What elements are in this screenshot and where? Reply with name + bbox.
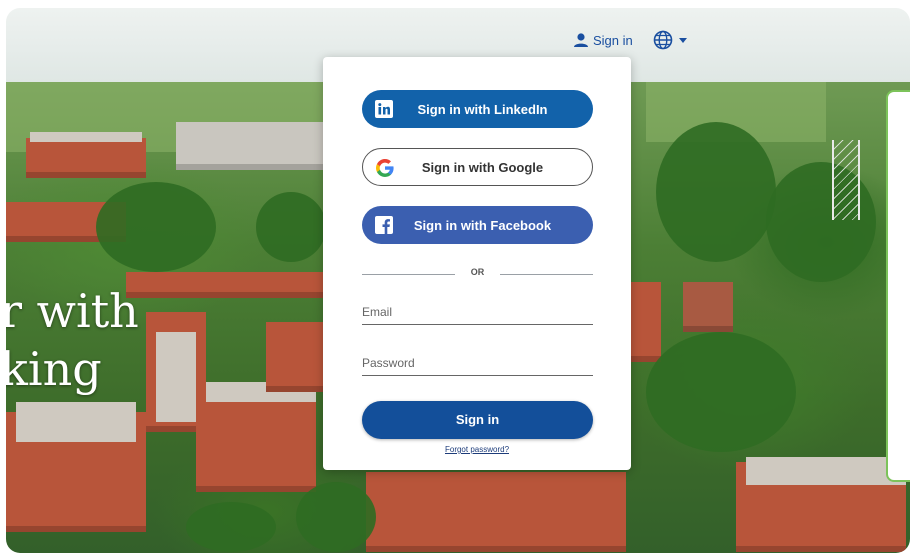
email-input[interactable] [362,302,593,322]
password-field [362,353,593,376]
header-nav: Sign in [573,30,689,50]
language-selector[interactable] [653,30,689,50]
facebook-icon [375,216,393,234]
google-icon [376,159,394,177]
facebook-signin-label: Sign in with Facebook [413,217,552,233]
password-input[interactable] [362,353,593,373]
divider-line-right [500,274,593,275]
hero-headline: r with king [6,282,139,398]
hero-line-2: king [6,342,102,396]
globe-icon [653,30,673,50]
header-signin-label: Sign in [593,32,633,48]
power-tower [832,140,860,220]
hero-line-1: r with [6,284,139,338]
google-signin-button[interactable]: Sign in with Google [362,148,593,186]
signin-submit-button[interactable]: Sign in [362,401,593,439]
forgot-password-link[interactable]: Forgot password? [323,445,631,454]
facebook-signin-button[interactable]: Sign in with Facebook [362,206,593,244]
caret-down-icon [678,38,687,43]
linkedin-icon [375,100,393,118]
linkedin-signin-button[interactable]: Sign in with LinkedIn [362,90,593,128]
linkedin-signin-label: Sign in with LinkedIn [417,101,548,117]
header-signin-link[interactable]: Sign in [573,32,633,48]
email-field [362,302,593,325]
user-icon [574,33,588,47]
signin-card: Sign in with LinkedIn Sign in with Googl… [323,57,631,470]
divider-text: OR [470,267,485,277]
or-divider: OR [362,267,593,281]
side-info-panel [886,90,910,482]
google-signin-label: Sign in with Google [421,159,544,175]
page-frame: r with king Sign in Sign in with LinkedI… [6,8,910,553]
